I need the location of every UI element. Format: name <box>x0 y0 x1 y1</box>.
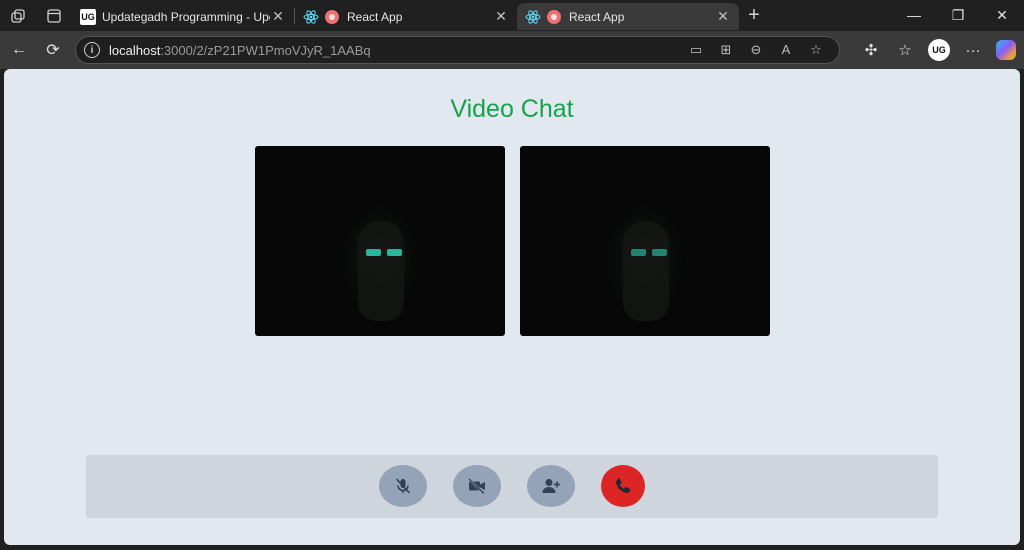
workspaces-icon[interactable] <box>0 0 36 31</box>
close-icon[interactable]: ✕ <box>715 8 731 25</box>
recording-icon <box>547 9 561 24</box>
add-user-button[interactable] <box>527 465 575 507</box>
ug-logo-icon: UG <box>80 8 96 25</box>
video-off-icon <box>468 478 485 495</box>
close-icon[interactable]: ✕ <box>493 8 509 25</box>
page-viewport: Video Chat <box>4 69 1020 545</box>
apps-icon[interactable]: ⊞ <box>711 42 741 58</box>
url-text[interactable]: localhost:3000/2/zP21PW1PmoVJyR_1AABq <box>109 43 371 58</box>
close-icon[interactable]: ✕ <box>270 8 286 25</box>
back-icon[interactable]: ← <box>2 41 36 59</box>
extensions-icon[interactable]: ✣ <box>854 41 888 59</box>
page-title: Video Chat <box>450 95 574 123</box>
local-video <box>255 146 505 336</box>
copilot-icon[interactable] <box>996 40 1016 60</box>
tab-react-app-active[interactable]: React App ✕ <box>517 3 739 30</box>
tab-title: Updategadh Programming - Upd <box>102 9 270 24</box>
react-logo-icon <box>303 9 319 24</box>
tab-react-app[interactable]: React App ✕ <box>295 3 517 30</box>
camera-toggle-button[interactable] <box>453 465 501 507</box>
video-glasses <box>631 249 667 257</box>
more-menu-icon[interactable]: ··· <box>956 42 990 59</box>
zoom-icon[interactable]: ⊖ <box>741 42 771 58</box>
close-window-icon[interactable]: ✕ <box>980 7 1024 24</box>
tab-actions-icon[interactable] <box>36 0 72 31</box>
tab-strip: UG Updategadh Programming - Upd ✕ React … <box>0 0 1024 31</box>
profile-avatar[interactable]: UG <box>928 39 950 61</box>
remote-video <box>520 146 770 336</box>
window-bottom-edge <box>0 545 1024 550</box>
refresh-icon[interactable]: ⟳ <box>36 40 70 60</box>
window-controls: — ❐ ✕ <box>892 7 1024 24</box>
address-bar[interactable]: i localhost:3000/2/zP21PW1PmoVJyR_1AABq … <box>75 36 840 64</box>
user-plus-icon <box>542 479 560 493</box>
video-person <box>358 221 404 321</box>
browser-toolbar: ← ⟳ i localhost:3000/2/zP21PW1PmoVJyR_1A… <box>0 31 1024 69</box>
camera-in-use-icon[interactable]: ▭ <box>681 42 711 58</box>
url-path: :3000/2/zP21PW1PmoVJyR_1AABq <box>160 42 371 58</box>
tab-title: React App <box>569 9 625 24</box>
minimize-icon[interactable]: — <box>892 7 936 24</box>
phone-icon <box>615 478 631 494</box>
restore-icon[interactable]: ❐ <box>936 7 980 24</box>
video-person <box>623 221 669 321</box>
address-actions: ▭ ⊞ ⊖ A ☆ <box>681 42 831 58</box>
recording-icon <box>325 9 339 24</box>
read-aloud-icon[interactable]: A <box>771 42 801 58</box>
end-call-button[interactable] <box>601 465 645 507</box>
react-logo-icon <box>525 9 541 24</box>
mute-button[interactable] <box>379 465 427 507</box>
toolbar-right: ✣ ☆ UG ··· <box>854 31 1024 69</box>
url-host: localhost <box>109 42 161 58</box>
tab-title: React App <box>347 9 403 24</box>
new-tab-icon[interactable]: + <box>739 4 769 27</box>
video-glasses <box>366 249 402 257</box>
site-info-icon[interactable]: i <box>84 42 100 58</box>
favorite-star-icon[interactable]: ☆ <box>801 42 831 58</box>
tab-updategadh[interactable]: UG Updategadh Programming - Upd ✕ <box>72 3 294 30</box>
call-controls-bar <box>86 455 938 518</box>
favorites-icon[interactable]: ☆ <box>888 41 922 59</box>
mic-off-icon <box>395 478 411 494</box>
